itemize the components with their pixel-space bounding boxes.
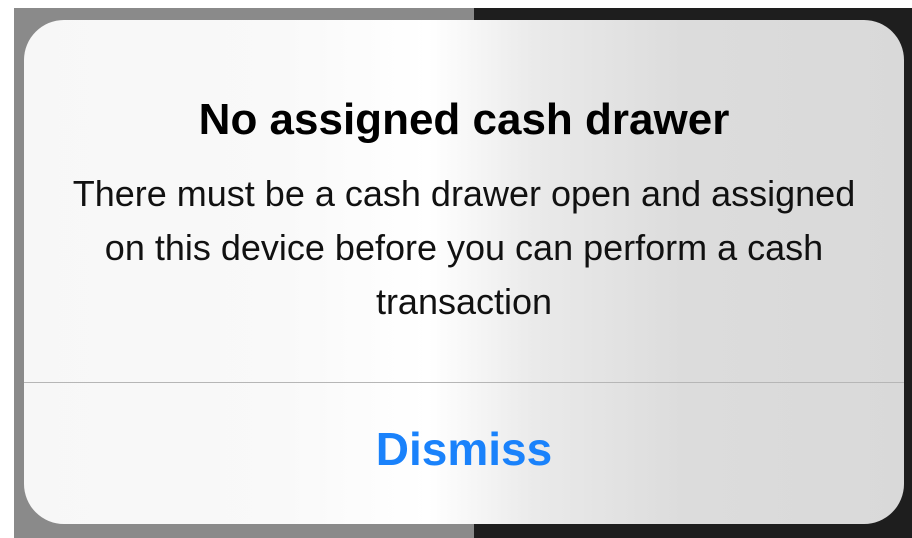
alert-dialog: No assigned cash drawer There must be a … — [24, 20, 904, 524]
alert-message: There must be a cash drawer open and ass… — [72, 173, 856, 322]
alert-body: No assigned cash drawer There must be a … — [24, 20, 904, 382]
dismiss-button[interactable]: Dismiss — [24, 383, 904, 524]
alert-title: No assigned cash drawer — [198, 95, 730, 144]
dismiss-button-label: Dismiss — [375, 422, 553, 475]
